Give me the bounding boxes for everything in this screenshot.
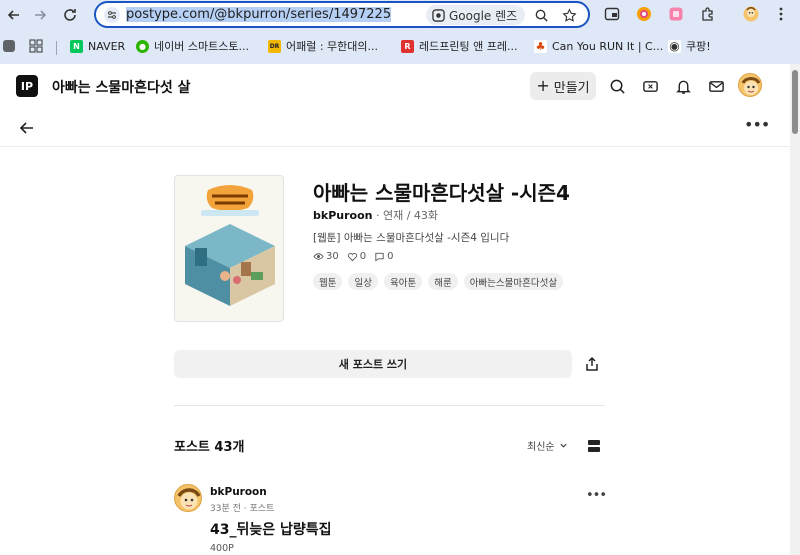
- comment-icon: [375, 252, 384, 262]
- chevron-down-icon: [559, 443, 567, 448]
- reload-icon[interactable]: [58, 3, 82, 27]
- section-divider: [174, 405, 605, 406]
- views-count: 30: [326, 251, 339, 262]
- post-author-avatar[interactable]: [174, 484, 202, 512]
- sort-dropdown[interactable]: 최신순: [527, 438, 568, 453]
- point-wallet-icon[interactable]: [640, 76, 660, 96]
- naver-icon: N: [70, 39, 83, 53]
- address-bar[interactable]: postype.com/@bkpurron/series/1497225 Goo…: [94, 1, 590, 28]
- sub-navigation: •••: [0, 112, 790, 142]
- google-lens-chip[interactable]: Google 렌즈: [426, 5, 526, 25]
- series-cover-image[interactable]: [174, 175, 284, 322]
- apparel-icon: DR: [268, 39, 281, 53]
- bookmark-naver-smartstore[interactable]: ● 네이버 스마트스토...: [136, 37, 249, 55]
- back-arrow-icon[interactable]: [16, 117, 38, 139]
- bookmark-apparel[interactable]: DR 어패럴 : 무한대의...: [268, 37, 378, 55]
- bookmark-can-you-run-it[interactable]: ♣ Can You RUN It | C...: [534, 37, 663, 55]
- bookmark-redprinting[interactable]: R 레드프린팅 앤 프레...: [401, 37, 517, 55]
- extensions-puzzle-icon[interactable]: [697, 3, 719, 25]
- bookmark-naver[interactable]: N NAVER: [70, 37, 125, 55]
- sort-label: 최신순: [527, 442, 555, 453]
- create-button[interactable]: + 만들기: [530, 72, 596, 100]
- tag-chip[interactable]: 육아툰: [383, 273, 423, 290]
- back-icon[interactable]: [2, 3, 26, 27]
- plus-icon: +: [536, 76, 550, 95]
- bookmark-label: Can You RUN It | C...: [552, 39, 664, 53]
- tag-chip[interactable]: 일상: [348, 273, 378, 290]
- browser-menu-icon[interactable]: [770, 3, 792, 25]
- post-author-name[interactable]: bkPuroon: [210, 486, 267, 498]
- bookmark-label: 쿠팡!: [686, 40, 711, 53]
- zoom-icon[interactable]: [532, 6, 550, 24]
- heart-icon: [347, 253, 357, 262]
- series-tags: 웹툰 일상 육아툰 해룬 아빠는스물마흔다섯살: [313, 273, 564, 290]
- post-price: 400P: [210, 543, 234, 554]
- bookmark-star-icon[interactable]: [560, 6, 578, 24]
- header-series-title[interactable]: 아빠는 스물마흔다섯 살: [52, 77, 191, 97]
- series-title: 아빠는 스물마흔다섯살 -시즌4: [313, 181, 570, 205]
- extension-pink-icon[interactable]: [665, 3, 687, 25]
- bookmark-label: 레드프린팅 앤 프레...: [419, 40, 518, 53]
- comments-stat: 0: [374, 251, 393, 262]
- browser-chrome: postype.com/@bkpurron/series/1497225 Goo…: [0, 0, 800, 64]
- series-stats: 30 0 0: [313, 251, 393, 262]
- bookmarks-separator: [56, 41, 57, 55]
- comments-count: 0: [387, 251, 394, 262]
- bookmarks-bar: N NAVER ● 네이버 스마트스토... DR 어패럴 : 무한대의... …: [0, 33, 800, 59]
- post-title[interactable]: 43_뒤늦은 납량특집: [210, 519, 332, 539]
- user-avatar[interactable]: [738, 73, 762, 97]
- page-content: IP 아빠는 스물마흔다섯 살 + 만들기 ••• 아빠는 스물마흔다섯살 -시…: [0, 64, 790, 555]
- post-meta: 33분 전 · 포스트: [210, 504, 275, 514]
- can-you-run-it-icon: ♣: [534, 39, 547, 53]
- tag-chip[interactable]: 웹툰: [313, 273, 343, 290]
- views-stat: 30: [313, 251, 339, 262]
- eye-icon: [313, 253, 324, 260]
- posts-count-heading: 포스트 43개: [174, 440, 245, 455]
- tag-chip[interactable]: 아빠는스물마흔다섯살: [463, 273, 564, 290]
- post-more-options-icon[interactable]: •••: [586, 488, 607, 503]
- series-description: [웹툰] 아빠는 스물마흔다섯살 -시즌4 입니다: [313, 232, 510, 244]
- extension-orange-icon[interactable]: [633, 3, 655, 25]
- tag-chip[interactable]: 해룬: [428, 273, 458, 290]
- likes-count: 0: [359, 251, 367, 262]
- create-label: 만들기: [553, 80, 590, 96]
- url-text[interactable]: postype.com/@bkpurron/series/1497225: [126, 7, 392, 22]
- search-icon[interactable]: [607, 76, 627, 96]
- likes-stat: 0: [347, 251, 366, 262]
- profile-avatar-icon[interactable]: [740, 3, 762, 25]
- forward-icon[interactable]: [28, 3, 52, 27]
- series-author-link[interactable]: bkPuroon: [313, 209, 372, 222]
- postype-logo[interactable]: IP: [16, 75, 38, 97]
- header-divider: [0, 146, 790, 147]
- share-icon[interactable]: [582, 354, 602, 374]
- new-post-button[interactable]: 새 포스트 쓰기: [174, 350, 572, 378]
- redprinting-icon: R: [401, 39, 414, 53]
- smartstore-icon: ●: [136, 39, 149, 53]
- bookmark-label: NAVER: [88, 39, 126, 53]
- mail-icon[interactable]: [706, 76, 726, 96]
- site-header: IP 아빠는 스물마흔다섯 살 + 만들기: [0, 64, 790, 108]
- series-status: 연재 / 43화: [382, 209, 439, 222]
- coupang-icon: ◉: [668, 39, 681, 53]
- bookmark-label: 네이버 스마트스토...: [154, 40, 249, 53]
- bell-icon[interactable]: [673, 76, 693, 96]
- cast-icon[interactable]: [601, 3, 623, 25]
- bookmark-label: 어패럴 : 무한대의...: [286, 40, 379, 53]
- more-options-icon[interactable]: •••: [744, 115, 770, 137]
- meta-dot: ·: [375, 209, 383, 222]
- series-meta: bkPuroon · 연재 / 43화: [313, 207, 438, 223]
- lens-icon: [432, 8, 445, 22]
- list-view-toggle-icon[interactable]: [588, 437, 600, 452]
- page-scrollbar[interactable]: [790, 64, 800, 555]
- tab-search-icon[interactable]: [3, 37, 15, 55]
- lens-label: Google 렌즈: [449, 8, 518, 23]
- scrollbar-thumb[interactable]: [792, 70, 798, 134]
- apps-grid-icon[interactable]: [29, 37, 43, 55]
- bookmark-coupang[interactable]: ◉ 쿠팡!: [668, 37, 711, 55]
- site-settings-icon[interactable]: [102, 6, 122, 24]
